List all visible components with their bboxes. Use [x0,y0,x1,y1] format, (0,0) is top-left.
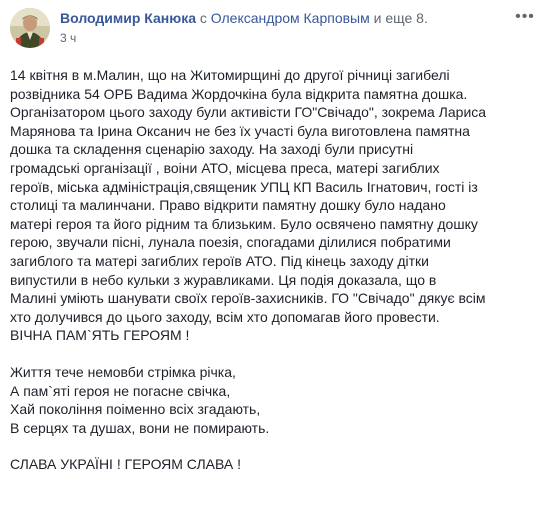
post-text-line: герою, звучали пісні, лунала поезія, спо… [10,234,451,251]
post-text-line: столиці та малинчани. Право відкрити пам… [10,197,446,214]
post-text-line: загиблого та матері загиблих героїв АТО.… [10,252,429,269]
post-text-line: Хай покоління поіменно всіх згадають, [10,401,261,418]
profile-avatar[interactable] [10,8,50,48]
author-name-link[interactable]: Володимир Канюка [60,10,196,26]
post-text-line: 14 квітня в м.Малин, що на Житомирщині д… [10,67,450,83]
post-paragraph: 14 квітня в м.Малин, що на Житомирщині д… [10,66,510,345]
poem-gap [10,437,510,455]
post-text-line: дошка та складення сценарію заходу. На з… [10,141,414,158]
post-header: Володимир Канюка с Олександром Карповым … [10,8,536,52]
post-text-line: Марянова та Ірина Оксанич не без їх учас… [10,122,470,139]
post-text-line: Малині уміють шанувати своїх героїв-захи… [10,290,486,307]
post-text-line: Організатором цього заходу були активіст… [10,104,487,121]
facebook-post: Володимир Канюка с Олександром Карповым … [0,0,546,505]
post-text-line: Життя тече немовби стрімка річка, [10,363,236,380]
post-text-line: громадські організації , воіни АТО, місц… [10,159,440,176]
post-text-line: В серцях та душах, вони не помирають. [10,419,270,436]
post-text-line: хто долучився до цього заходу, всім хто … [10,308,440,325]
and-others-link[interactable]: и еще 8. [374,10,428,26]
post-timestamp[interactable]: 3 ч [60,30,76,46]
closing-line: СЛАВА УКРАЇНІ ! ГЕРОЯМ СЛАВА ! [10,456,241,473]
post-text-line: ВІЧНА ПАМ`ЯТЬ ГЕРОЯМ ! [10,327,190,344]
post-text-line: героїв, міська адміністрація,священик УП… [10,178,478,195]
post-text-line: випустили в небо кульки з журавликами. Ц… [10,271,437,288]
post-text-line: розвідника 54 ОРБ Вадима Жордочкіна була… [10,85,468,102]
tagged-person-link[interactable]: Олександром Карповым [211,10,370,26]
post-text-line: А пам`яті героя не погасне свічка, [10,382,231,399]
post-poem: Життя тече немовби стрімка річка, А пам`я… [10,363,510,437]
with-text: с [199,10,207,26]
avatar-image [10,8,50,48]
more-dots-icon[interactable]: ••• [514,9,536,25]
post-body: 14 квітня в м.Малин, що на Житомирщині д… [10,66,510,474]
post-text-line: матері героя та його рідним та близьким.… [10,215,478,232]
post-author-line: Володимир Канюка с Олександром Карповым … [60,9,428,27]
